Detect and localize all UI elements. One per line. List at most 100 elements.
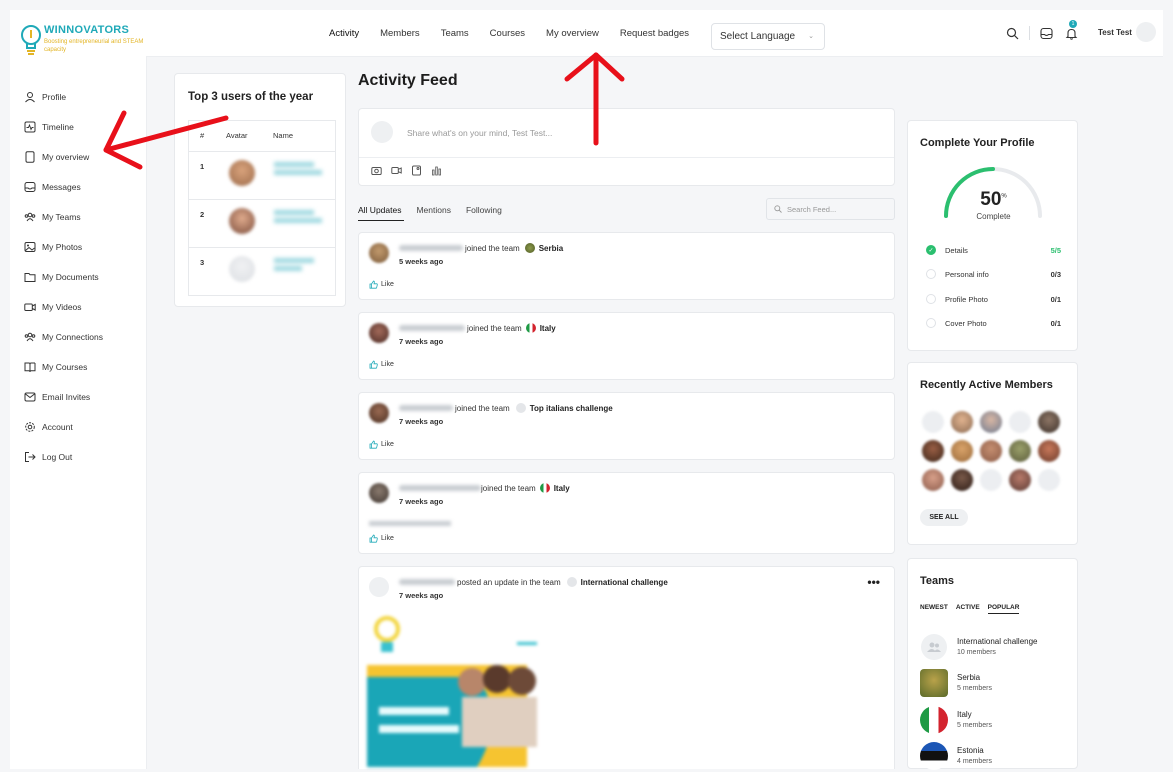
nav-teams[interactable]: Teams xyxy=(441,28,469,39)
like-button[interactable]: Like xyxy=(369,280,394,289)
document-icon[interactable] xyxy=(411,165,422,176)
avatar[interactable] xyxy=(229,256,255,282)
timestamp: 5 weeks ago xyxy=(399,257,444,266)
table-row[interactable]: 2 xyxy=(189,199,335,248)
table-row[interactable]: 1 xyxy=(189,151,335,200)
team-name: Serbia xyxy=(957,673,981,682)
avatar[interactable] xyxy=(1009,440,1031,462)
profile-step-personal-info[interactable]: Personal info 0/3 xyxy=(926,269,1061,279)
avatar[interactable] xyxy=(980,469,1002,491)
tab-all-updates[interactable]: All Updates xyxy=(358,205,401,215)
nav-my-overview[interactable]: My overview xyxy=(546,28,599,39)
brand-name: WINNOVATORS xyxy=(44,24,130,36)
bell-icon[interactable] xyxy=(1065,27,1078,40)
sidebar-item-messages[interactable]: Messages xyxy=(10,172,146,202)
nav-courses[interactable]: Courses xyxy=(490,28,525,39)
user-name-blurred[interactable] xyxy=(274,162,324,178)
like-button[interactable]: Like xyxy=(369,534,394,543)
more-options-icon[interactable]: ••• xyxy=(867,575,880,589)
sidebar-item-profile[interactable]: Profile xyxy=(10,82,146,112)
avatar[interactable] xyxy=(922,440,944,462)
avatar[interactable] xyxy=(229,160,255,186)
sidebar-item-my-connections[interactable]: My Connections xyxy=(10,322,146,352)
sidebar-item-my-teams[interactable]: My Teams xyxy=(10,202,146,232)
tab-mentions[interactable]: Mentions xyxy=(416,205,451,215)
profile-step-profile-photo[interactable]: Profile Photo 0/1 xyxy=(926,294,1061,304)
top-users-card: Top 3 users of the year # Avatar Name 1 … xyxy=(174,73,346,307)
activity-action: joined the team xyxy=(481,483,536,493)
sidebar-item-email-invites[interactable]: Email Invites xyxy=(10,382,146,412)
tab-following[interactable]: Following xyxy=(466,205,502,215)
post-composer[interactable]: Share what's on your mind, Test Test... xyxy=(358,108,895,186)
list-item[interactable]: Italy 5 members xyxy=(920,706,1070,736)
like-button[interactable]: Like xyxy=(369,360,394,369)
sidebar-item-my-videos[interactable]: My Videos xyxy=(10,292,146,322)
brand-logo[interactable]: WINNOVATORS Boosting entrepreneurial and… xyxy=(20,22,146,62)
activity-item: joined the team Italy 7 weeks ago Like xyxy=(358,312,895,380)
avatar[interactable] xyxy=(369,483,389,503)
post-input[interactable]: Share what's on your mind, Test Test... xyxy=(407,128,552,138)
sidebar-item-account[interactable]: Account xyxy=(10,412,146,442)
sidebar-item-my-courses[interactable]: My Courses xyxy=(10,352,146,382)
sidebar-item-log-out[interactable]: Log Out xyxy=(10,442,146,472)
group-icon xyxy=(920,633,948,661)
list-item[interactable]: Estonia 4 members xyxy=(920,742,1070,772)
video-icon[interactable] xyxy=(391,165,402,176)
user-name-blurred[interactable] xyxy=(399,245,463,251)
avatar[interactable] xyxy=(1038,411,1060,433)
sidebar-item-my-documents[interactable]: My Documents xyxy=(10,262,146,292)
team-link[interactable]: Italy xyxy=(554,484,570,493)
sidebar-item-my-overview[interactable]: My overview xyxy=(10,142,146,172)
avatar[interactable] xyxy=(951,440,973,462)
avatar[interactable] xyxy=(951,469,973,491)
table-row[interactable]: 3 xyxy=(189,247,335,296)
avatar[interactable] xyxy=(1009,411,1031,433)
avatar[interactable] xyxy=(229,208,255,234)
avatar[interactable] xyxy=(369,577,389,597)
avatar[interactable] xyxy=(980,440,1002,462)
team-link[interactable]: Italy xyxy=(540,324,556,333)
user-name-blurred[interactable] xyxy=(399,485,481,491)
team-link[interactable]: Top italians challenge xyxy=(530,404,613,413)
list-item[interactable]: Serbia 5 members xyxy=(920,669,1070,699)
avatar[interactable] xyxy=(1136,22,1156,42)
avatar[interactable] xyxy=(1038,469,1060,491)
avatar[interactable] xyxy=(369,243,389,263)
language-select[interactable]: Select Language ⌄ xyxy=(711,23,825,50)
profile-step-details[interactable]: ✓ Details 5/5 xyxy=(926,245,1061,255)
avatar[interactable] xyxy=(1038,440,1060,462)
nav-members[interactable]: Members xyxy=(380,28,420,39)
profile-step-cover-photo[interactable]: Cover Photo 0/1 xyxy=(926,318,1061,328)
tab-active[interactable]: ACTIVE xyxy=(956,604,980,614)
user-name-blurred[interactable] xyxy=(399,325,465,331)
avatar[interactable] xyxy=(369,403,389,423)
see-all-button[interactable]: SEE ALL xyxy=(920,509,968,526)
nav-request-badges[interactable]: Request badges xyxy=(620,28,689,39)
user-name-blurred[interactable] xyxy=(274,258,324,274)
user-name[interactable]: Test Test xyxy=(1098,28,1132,37)
avatar[interactable] xyxy=(922,411,944,433)
inbox-icon[interactable] xyxy=(1040,27,1053,40)
search-feed-input[interactable]: Search Feed... xyxy=(766,198,895,220)
list-item[interactable]: International challenge 10 members xyxy=(920,633,1070,663)
sidebar-item-timeline[interactable]: Timeline xyxy=(10,112,146,142)
user-name-blurred[interactable] xyxy=(399,405,453,411)
search-icon[interactable] xyxy=(1006,27,1019,40)
avatar[interactable] xyxy=(951,411,973,433)
camera-icon[interactable] xyxy=(371,165,382,176)
like-button[interactable]: Like xyxy=(369,440,394,449)
user-name-blurred[interactable] xyxy=(399,579,455,585)
avatar[interactable] xyxy=(369,323,389,343)
user-name-blurred[interactable] xyxy=(274,210,324,226)
avatar[interactable] xyxy=(922,469,944,491)
poll-icon[interactable] xyxy=(431,165,442,176)
avatar[interactable] xyxy=(980,411,1002,433)
nav-activity[interactable]: Activity xyxy=(329,28,359,39)
avatar[interactable] xyxy=(1009,469,1031,491)
team-link[interactable]: International challenge xyxy=(581,578,668,587)
team-link[interactable]: Serbia xyxy=(539,244,563,253)
tab-newest[interactable]: NEWEST xyxy=(920,604,948,614)
post-image[interactable] xyxy=(367,607,547,767)
tab-popular[interactable]: POPULAR xyxy=(987,604,1020,614)
sidebar-item-my-photos[interactable]: My Photos xyxy=(10,232,146,262)
